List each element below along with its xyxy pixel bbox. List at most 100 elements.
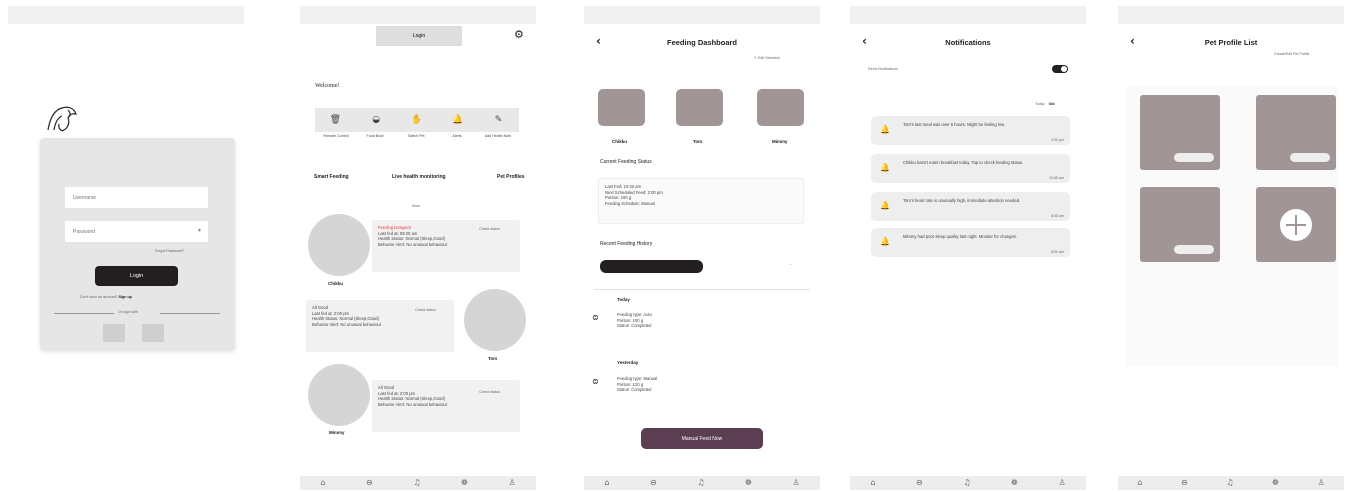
bottom-tab-bar: ⌂ ⊖ ♫ ❁ ♙	[850, 476, 1086, 490]
pet-status-card-chikku[interactable]: Feeding Delayed! Last fed at: 09:20 am H…	[372, 220, 520, 272]
notification-time: 8:30 am	[1051, 214, 1064, 218]
pet-name: Tom	[693, 139, 703, 144]
status-line: Feeding Schedule: Manual	[605, 201, 655, 207]
notification-time: 10:45 am	[1049, 176, 1064, 180]
sign-up-link[interactable]: Sign up	[119, 295, 132, 299]
health-icon[interactable]: ❁	[1011, 479, 1018, 487]
pet-status-card-tom[interactable]: All Good Last fed at: 2:00 pm Health Sta…	[306, 300, 454, 352]
notification-item[interactable]: 🔔 Chikku hasn't eaten breakfast today. T…	[871, 154, 1070, 183]
home-icon[interactable]: ⌂	[1137, 479, 1142, 487]
notification-item[interactable]: 🔔 Mimmy had poor sleep quality last nigh…	[871, 228, 1070, 257]
feeding-icon[interactable]: ⊖	[366, 479, 373, 487]
home-icon[interactable]: ⌂	[320, 479, 325, 487]
notification-time: 8:00 am	[1051, 250, 1064, 254]
social-login-button-1[interactable]	[103, 324, 125, 342]
current-status-card: Last Fed: 10:20 am Next Scheduled Feed: …	[598, 178, 804, 224]
more-link[interactable]: More	[412, 204, 420, 208]
login-button[interactable]: Login	[95, 266, 178, 286]
health-icon[interactable]: ❁	[1272, 479, 1279, 487]
profile-card-3[interactable]	[1140, 187, 1220, 262]
bell-icon[interactable]: ♫	[413, 479, 420, 487]
pet-name: Chikku	[328, 281, 344, 286]
edit-schedule-link[interactable]: ✎ Edit Schedule	[754, 56, 780, 60]
pet-status-card-mimmy[interactable]: All Good Last fed at: 2:00 pm Health Sta…	[372, 380, 520, 432]
no-account-text: Don't have an account?	[80, 295, 118, 299]
top-login-button[interactable]: Login	[376, 26, 462, 46]
password-field[interactable]	[65, 221, 208, 242]
bell-icon: 🔔	[880, 201, 890, 210]
feeder-icon: ⊜	[592, 377, 599, 386]
feature-alerts[interactable]: 🔔	[440, 115, 476, 125]
feeding-dashboard-screen: ‹ Feeding Dashboard ✎ Edit Schedule Chik…	[584, 6, 820, 492]
manual-feed-button[interactable]: Manual Feed Now	[641, 428, 763, 449]
profile-icon[interactable]: ♙	[792, 479, 799, 487]
profile-card-2[interactable]	[1256, 95, 1336, 170]
health-icon[interactable]: ❁	[745, 479, 752, 487]
feeding-icon[interactable]: ⊖	[1181, 479, 1188, 487]
check-status-link[interactable]: Check status	[415, 308, 436, 312]
pet-avatar-tom[interactable]	[464, 289, 526, 351]
notification-item[interactable]: 🔔 Tom's heart rate is unusually high, im…	[871, 192, 1070, 221]
feeding-icon[interactable]: ⊖	[650, 479, 657, 487]
page-title: Pet Profile List	[1204, 38, 1258, 47]
add-profile-button[interactable]	[1256, 187, 1336, 262]
today-label: Today	[617, 297, 630, 302]
profile-icon[interactable]: ♙	[508, 479, 515, 487]
history-label: Recent Feeding History	[600, 241, 653, 247]
notification-text: Tom's heart rate is unusually high, imme…	[903, 198, 1021, 203]
profile-name-pill	[1174, 153, 1214, 162]
show-password-icon[interactable]: ◉	[198, 228, 201, 232]
feature-switch-pet[interactable]: ✋	[399, 115, 435, 125]
profile-icon[interactable]: ♙	[1058, 479, 1065, 487]
feature-label: Add Health Note	[484, 134, 512, 138]
filter-old-tab[interactable]: Old	[1049, 102, 1055, 106]
pet-avatar-chikku[interactable]	[308, 214, 370, 276]
status-line: Behavior Alert: No unusual behaviour	[312, 322, 382, 328]
forgot-password-link[interactable]: Forgot Password?	[155, 249, 184, 253]
health-icon[interactable]: ❁	[461, 479, 468, 487]
pet-name: Tom	[488, 356, 498, 361]
bell-icon[interactable]: ♫	[1226, 479, 1233, 487]
chevron-down-icon[interactable]: ⌄	[789, 262, 792, 266]
profile-card-1[interactable]	[1140, 95, 1220, 170]
nav-smart-feeding[interactable]: Smart Feeding	[314, 174, 349, 180]
dog-logo-icon	[47, 106, 77, 132]
nav-live-health[interactable]: Live health monitoring	[392, 174, 446, 180]
feature-food-bowl[interactable]: ◒	[358, 114, 394, 125]
status-line: Behavior Alert: No unusual behaviour	[378, 402, 448, 408]
pet-avatar-mimmy[interactable]	[308, 364, 370, 426]
signup-row: Don't have an account? Sign up	[80, 295, 132, 299]
home-icon[interactable]: ⌂	[604, 479, 609, 487]
notification-item[interactable]: 🔔 Tom's last meal was over 6 hours. Migh…	[871, 116, 1070, 145]
pet-name: Chikku	[612, 139, 628, 144]
nav-pet-profiles[interactable]: Pet Profiles	[497, 174, 525, 180]
pet-thumb-tom[interactable]	[676, 89, 723, 126]
social-login-button-2[interactable]	[142, 324, 164, 342]
feeding-icon[interactable]: ⊖	[916, 479, 923, 487]
filter-today-tab[interactable]: Today	[1035, 102, 1045, 106]
settings-gear-icon[interactable]: ⚙	[514, 28, 524, 41]
direct-notifications-toggle[interactable]	[1052, 65, 1068, 73]
check-status-link[interactable]: Check status	[479, 227, 500, 231]
check-status-link[interactable]: Check status	[479, 390, 500, 394]
or-login-with-text: Or login with	[118, 310, 138, 314]
feeder-icon: ⊜	[592, 313, 599, 322]
notification-time: 2:00 pm	[1051, 138, 1064, 142]
feature-add-health[interactable]: ✎	[481, 115, 517, 125]
bottom-tab-bar: ⌂ ⊖ ♫ ❁ ♙	[300, 476, 536, 490]
welcome-text: Welcome!	[315, 83, 340, 89]
bell-icon[interactable]: ♫	[697, 479, 704, 487]
bell-icon[interactable]: ♫	[963, 479, 970, 487]
food-bowl-icon: ◒	[372, 114, 381, 125]
username-field[interactable]	[65, 187, 208, 208]
pet-thumb-chikku[interactable]	[598, 89, 645, 126]
history-dropdown[interactable]	[600, 260, 703, 273]
notification-text: Tom's last meal was over 6 hours. Might …	[903, 122, 1006, 127]
feature-row: 🗑 ◒ ✋ 🔔 ✎	[315, 108, 519, 132]
create-edit-profile-link[interactable]: Create/Edit Pet Profile	[1274, 52, 1310, 56]
home-icon[interactable]: ⌂	[870, 479, 875, 487]
profile-icon[interactable]: ♙	[1317, 479, 1324, 487]
feature-remote-control[interactable]: 🗑	[317, 115, 353, 125]
pet-name: Mimmy	[772, 139, 788, 144]
pet-thumb-mimmy[interactable]	[757, 89, 804, 126]
